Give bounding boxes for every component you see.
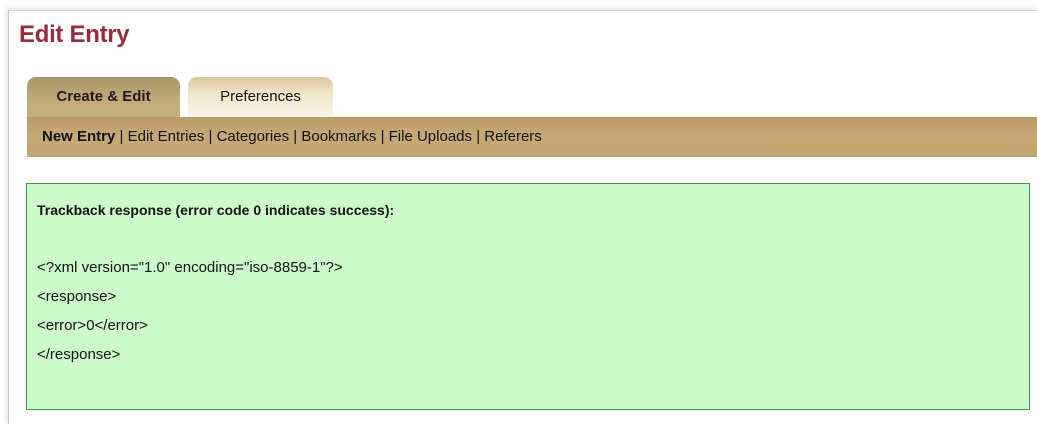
subnav-bookmarks[interactable]: Bookmarks: [301, 128, 376, 145]
xml-error-line: <error>0</error>: [37, 317, 148, 334]
xml-response-close-line: </response>: [37, 346, 121, 363]
xml-declaration-line: <?xml version="1.0" encoding="iso-8859-1…: [37, 259, 343, 276]
subnav-edit-entries[interactable]: Edit Entries: [128, 128, 205, 145]
page-title: Edit Entry: [19, 21, 130, 48]
subnav-separator: |: [208, 128, 217, 145]
subnav-separator: |: [119, 128, 128, 145]
xml-response-open-line: <response>: [37, 288, 117, 305]
trackback-response-box: Trackback response (error code 0 indicat…: [26, 183, 1030, 410]
tab-create-edit[interactable]: Create & Edit: [27, 77, 180, 118]
tab-preferences[interactable]: Preferences: [188, 77, 333, 118]
subnav-separator: |: [380, 128, 389, 145]
subnav-categories[interactable]: Categories: [217, 128, 290, 145]
subnav-referers[interactable]: Referers: [484, 128, 542, 145]
sub-navigation: New Entry | Edit Entries | Categories | …: [27, 117, 1037, 157]
response-heading: Trackback response (error code 0 indicat…: [37, 202, 395, 218]
subnav-new-entry[interactable]: New Entry: [42, 128, 115, 145]
subnav-file-uploads[interactable]: File Uploads: [389, 128, 472, 145]
